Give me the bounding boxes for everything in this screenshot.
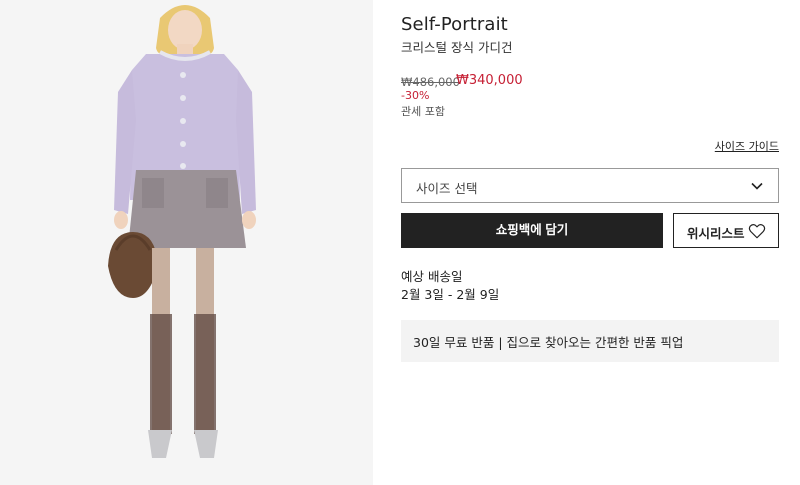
returns-text: 30일 무료 반품 | 집으로 찾아오는 간편한 반품 픽업 bbox=[413, 335, 684, 350]
wishlist-button[interactable]: 위시리스트 bbox=[673, 213, 779, 248]
brand-name[interactable]: Self-Portrait bbox=[401, 14, 508, 35]
delivery-dates: 2월 3일 - 2월 9일 bbox=[401, 287, 500, 302]
discount-badge: -30% bbox=[401, 89, 430, 102]
size-select-label: 사이즈 선택 bbox=[416, 181, 478, 196]
size-select-dropdown[interactable]: 사이즈 선택 bbox=[401, 168, 779, 203]
tax-note: 관세 포함 bbox=[401, 105, 445, 118]
wishlist-label: 위시리스트 bbox=[687, 226, 745, 241]
product-image[interactable] bbox=[0, 0, 373, 485]
product-info-panel: Self-Portrait 크리스털 장식 가디건 ₩486,000 ₩340,… bbox=[401, 0, 779, 485]
product-name: 크리스털 장식 가디건 bbox=[401, 40, 513, 55]
delivery-title: 예상 배송일 bbox=[401, 269, 463, 284]
add-to-bag-button[interactable]: 쇼핑백에 담기 bbox=[401, 213, 663, 248]
sale-price: ₩340,000 bbox=[456, 73, 523, 88]
original-price: ₩486,000 bbox=[401, 75, 460, 89]
size-guide-link[interactable]: 사이즈 가이드 bbox=[715, 138, 779, 154]
chevron-down-icon bbox=[751, 182, 763, 190]
heart-icon bbox=[748, 224, 766, 239]
product-image-illustration bbox=[108, 5, 256, 458]
returns-info-box: 30일 무료 반품 | 집으로 찾아오는 간편한 반품 픽업 bbox=[401, 320, 779, 362]
